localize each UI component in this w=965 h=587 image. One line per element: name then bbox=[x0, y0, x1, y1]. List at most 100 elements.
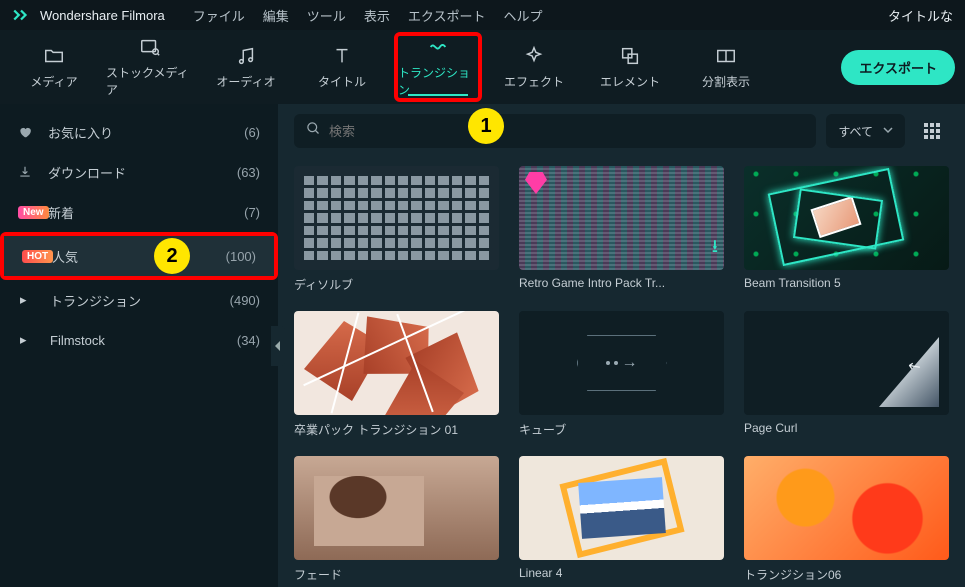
thumbnail-cube: → bbox=[519, 311, 724, 415]
tab-label: タイトル bbox=[318, 73, 366, 90]
transition-grid: ディソルブ ⭳ Retro Game Intro Pack Tr... Beam… bbox=[278, 158, 965, 587]
transition-card[interactable]: トランジション06 bbox=[744, 456, 949, 583]
search-box[interactable] bbox=[294, 114, 816, 148]
tab-audio[interactable]: オーディオ bbox=[202, 37, 290, 97]
sidebar-item-transition[interactable]: ▸ トランジション (490) bbox=[0, 280, 278, 320]
sidebar-label: ダウンロード bbox=[48, 163, 237, 182]
sidebar-count: (6) bbox=[244, 125, 260, 140]
card-label: ディソルブ bbox=[294, 276, 499, 293]
tab-label: メディア bbox=[30, 73, 77, 90]
tab-label: エレメント bbox=[600, 73, 660, 90]
tab-transition[interactable]: トランジション bbox=[394, 32, 482, 102]
export-button[interactable]: エクスポート bbox=[841, 50, 955, 85]
music-icon bbox=[235, 45, 257, 67]
menu-tools[interactable]: ツール bbox=[303, 4, 350, 27]
sidebar-count: (100) bbox=[226, 249, 256, 264]
transition-card[interactable]: 卒業パック トランジション 01 bbox=[294, 311, 499, 438]
filter-label: すべて bbox=[838, 123, 873, 140]
sidebar-label: Filmstock bbox=[50, 333, 237, 348]
sidebar-item-popular[interactable]: HOT 人気 (100) bbox=[4, 236, 274, 276]
card-label: Page Curl bbox=[744, 421, 949, 435]
search-row: すべて bbox=[278, 104, 965, 158]
sidebar-collapse-handle[interactable] bbox=[271, 326, 285, 366]
grid-view-button[interactable] bbox=[915, 114, 949, 148]
sidebar-label: お気に入り bbox=[48, 123, 244, 142]
sparkle-icon bbox=[523, 45, 545, 67]
menu-file[interactable]: ファイル bbox=[189, 4, 249, 27]
transition-card[interactable]: Beam Transition 5 bbox=[744, 166, 949, 293]
annotation-highlight-2: HOT 人気 (100) 2 bbox=[0, 232, 278, 280]
transition-icon bbox=[427, 36, 449, 58]
card-label: キューブ bbox=[519, 421, 724, 438]
annotation-step-1: 1 bbox=[468, 108, 504, 144]
transition-card[interactable]: ⭳ Retro Game Intro Pack Tr... bbox=[519, 166, 724, 293]
sidebar-count: (34) bbox=[237, 333, 260, 348]
sidebar-count: (490) bbox=[230, 293, 260, 308]
card-label: 卒業パック トランジション 01 bbox=[294, 421, 499, 438]
transition-card[interactable]: フェード bbox=[294, 456, 499, 583]
tab-stock-media[interactable]: ストックメディア bbox=[106, 37, 194, 97]
chevron-down-icon bbox=[883, 124, 893, 138]
menu-export[interactable]: エクスポート bbox=[404, 4, 490, 27]
tab-media[interactable]: メディア bbox=[10, 37, 98, 97]
thumbnail-fade bbox=[294, 456, 499, 560]
sidebar-count: (7) bbox=[244, 205, 260, 220]
app-name: Wondershare Filmora bbox=[40, 8, 165, 23]
sidebar-label: トランジション bbox=[50, 291, 230, 310]
app-logo-icon bbox=[12, 6, 30, 24]
menu-edit[interactable]: 編集 bbox=[259, 4, 293, 27]
thumbnail-retro: ⭳ bbox=[519, 166, 724, 270]
premium-icon bbox=[525, 172, 547, 194]
folder-icon bbox=[43, 45, 65, 67]
card-label: Linear 4 bbox=[519, 566, 724, 580]
caret-right-icon: ▸ bbox=[20, 292, 40, 308]
transition-card[interactable]: → キューブ bbox=[519, 311, 724, 438]
sidebar-label: 人気 bbox=[52, 247, 226, 266]
title-bar: Wondershare Filmora ファイル 編集 ツール 表示 エクスポー… bbox=[0, 0, 965, 30]
heart-icon bbox=[18, 125, 38, 139]
caret-right-icon: ▸ bbox=[20, 332, 40, 348]
tab-label: エフェクト bbox=[504, 73, 564, 90]
sidebar-count: (63) bbox=[237, 165, 260, 180]
card-label: Retro Game Intro Pack Tr... bbox=[519, 276, 724, 290]
transition-card[interactable]: ディソルブ bbox=[294, 166, 499, 293]
content-panel: すべて ディソルブ ⭳ Retro Game Intro Pack Tr... … bbox=[278, 104, 965, 587]
thumbnail-pagecurl: ↖ bbox=[744, 311, 949, 415]
menu-view[interactable]: 表示 bbox=[360, 4, 394, 27]
sidebar-item-download[interactable]: ダウンロード (63) bbox=[0, 152, 278, 192]
sidebar-item-new[interactable]: New 新着 (7) bbox=[0, 192, 278, 232]
main-toolbar: メディア ストックメディア オーディオ タイトル トランジション エフェクト エ… bbox=[0, 30, 965, 104]
title-right-text: タイトルな bbox=[888, 6, 953, 25]
transition-card[interactable]: ↖ Page Curl bbox=[744, 311, 949, 438]
tab-effect[interactable]: エフェクト bbox=[490, 37, 578, 97]
new-badge: New bbox=[18, 206, 38, 219]
hot-badge: HOT bbox=[22, 250, 42, 263]
sidebar-label: 新着 bbox=[48, 203, 244, 222]
tab-label: ストックメディア bbox=[106, 64, 194, 98]
sidebar: お気に入り (6) ダウンロード (63) New 新着 (7) HOT 人気 … bbox=[0, 104, 278, 587]
transition-card[interactable]: Linear 4 bbox=[519, 456, 724, 583]
tab-split-view[interactable]: 分割表示 bbox=[682, 37, 770, 97]
search-input[interactable] bbox=[329, 124, 804, 139]
annotation-step-2: 2 bbox=[154, 238, 190, 274]
sidebar-item-favorites[interactable]: お気に入り (6) bbox=[0, 112, 278, 152]
tab-element[interactable]: エレメント bbox=[586, 37, 674, 97]
layers-icon bbox=[619, 45, 641, 67]
card-label: フェード bbox=[294, 566, 499, 583]
thumbnail-dissolve bbox=[294, 166, 499, 270]
thumbnail-aperture bbox=[294, 311, 499, 415]
card-label: トランジション06 bbox=[744, 566, 949, 583]
sidebar-item-filmstock[interactable]: ▸ Filmstock (34) bbox=[0, 320, 278, 360]
search-icon bbox=[306, 121, 321, 141]
thumbnail-linear4 bbox=[519, 456, 724, 560]
filter-dropdown[interactable]: すべて bbox=[826, 114, 905, 148]
tab-label: トランジション bbox=[398, 64, 478, 98]
text-icon bbox=[331, 45, 353, 67]
card-label: Beam Transition 5 bbox=[744, 276, 949, 290]
tab-title[interactable]: タイトル bbox=[298, 37, 386, 97]
split-icon bbox=[715, 45, 737, 67]
tab-label: オーディオ bbox=[216, 73, 275, 90]
image-search-icon bbox=[139, 36, 161, 58]
menu-help[interactable]: ヘルプ bbox=[499, 4, 546, 27]
thumbnail-beam bbox=[744, 166, 949, 270]
